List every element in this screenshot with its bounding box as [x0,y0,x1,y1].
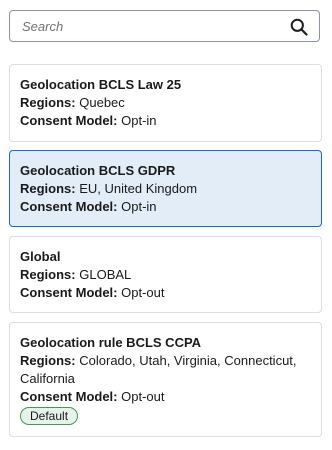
default-badge: Default [20,407,79,425]
record-title: Geolocation BCLS GDPR [20,163,176,178]
consent-value: Opt-in [121,113,157,128]
record-consent: Consent Model: Opt-in [20,112,311,130]
consent-label: Consent Model: [20,113,118,128]
regions-value: EU, United Kingdom [79,181,198,196]
consent-value: Opt-in [121,199,157,214]
record-card-global[interactable]: Global Regions: GLOBAL Consent Model: Op… [9,236,322,313]
regions-label: Regions: [20,267,76,282]
record-card-law25[interactable]: Geolocation BCLS Law 25 Regions: Quebec … [9,64,322,142]
record-card-ccpa[interactable]: Geolocation rule BCLS CCPA Regions: Colo… [9,322,322,437]
record-title: Global [20,249,61,264]
record-regions: Regions: Colorado, Utah, Virginia, Conne… [20,352,311,388]
consent-value: Opt-out [121,389,165,404]
record-consent: Consent Model: Opt-out [20,284,311,302]
regions-label: Regions: [20,95,76,110]
consent-label: Consent Model: [20,199,118,214]
record-regions: Regions: GLOBAL [20,266,311,284]
record-title: Geolocation BCLS Law 25 [20,77,182,92]
search-icon[interactable] [290,18,308,36]
record-regions: Regions: Quebec [20,94,311,112]
regions-value: Quebec [79,95,125,110]
record-title: Geolocation rule BCLS CCPA [20,335,202,350]
regions-label: Regions: [20,353,76,368]
record-consent: Consent Model: Opt-out [20,388,311,406]
consent-value: Opt-out [121,285,165,300]
consent-label: Consent Model: [20,389,118,404]
regions-value: GLOBAL [79,267,132,282]
record-regions: Regions: EU, United Kingdom [20,180,311,198]
consent-label: Consent Model: [20,285,118,300]
search-input[interactable] [22,11,272,41]
regions-label: Regions: [20,181,76,196]
search-box[interactable] [9,10,320,42]
record-card-gdpr[interactable]: Geolocation BCLS GDPR Regions: EU, Unite… [9,150,322,227]
record-consent: Consent Model: Opt-in [20,198,311,216]
